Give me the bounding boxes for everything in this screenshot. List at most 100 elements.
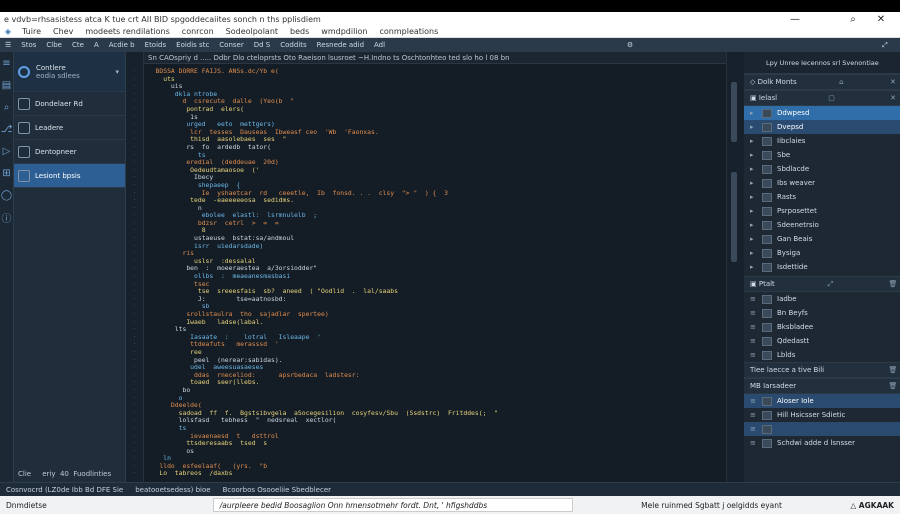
chevron-down-icon[interactable]: ▾ <box>115 68 125 76</box>
code-line[interactable]: ttsderesaabs tsed s <box>144 439 726 448</box>
scrollbar-thumb[interactable] <box>731 82 737 142</box>
chevron-right-icon[interactable]: ▸ <box>750 235 758 243</box>
search-icon[interactable]: ⌕ <box>838 12 868 26</box>
tree-item[interactable]: ≡ Hill Hsicsser Sdietic <box>744 408 900 422</box>
tree-item[interactable]: ≡ Iadbe <box>744 292 900 306</box>
code-line[interactable]: o <box>144 394 726 403</box>
chevron-right-icon[interactable]: ▸ <box>750 263 758 271</box>
chevron-right-icon[interactable]: ▸ <box>750 165 758 173</box>
toolbar-item[interactable]: Resnede adid <box>312 41 369 49</box>
tree-item[interactable]: ▸ Sbe <box>744 148 900 162</box>
tree-item[interactable]: ≡ Bn Beyfs <box>744 306 900 320</box>
window-icon[interactable]: ▢ <box>825 94 839 102</box>
menu-icon[interactable]: ≡ <box>0 52 13 74</box>
tree-item[interactable]: ▸ Gan Beais <box>744 232 900 246</box>
tree-item[interactable]: ≡ Schdwi adde d lsnsser <box>744 436 900 450</box>
toolbar-item[interactable]: Eoidis stc <box>171 41 214 49</box>
status-item[interactable]: Cosnvocrd (LZ0de Ibb Bd DFE Sie <box>0 486 129 494</box>
code-area[interactable]: BDSSA DORRE FAIJS. ANSs.dc/Yb e( uts uis… <box>144 64 726 478</box>
chevron-right-icon[interactable]: ▸ <box>750 137 758 145</box>
extensions-icon[interactable]: ⊞ <box>0 162 13 184</box>
menu-item[interactable]: wmdpdilion <box>315 27 373 36</box>
expand-icon[interactable]: ⤢ <box>823 280 837 289</box>
menu-item[interactable]: beds <box>284 27 315 36</box>
code-line[interactable]: Oedeudtamaosoe (' <box>144 166 726 175</box>
sidebar-item-3[interactable]: Lesiont bpsis <box>14 164 125 188</box>
notification-text[interactable]: /aurpleere bedid Boosaglion Onn hmensotm… <box>212 498 573 512</box>
code-line[interactable]: ttdeafuts merasssd ' <box>144 341 726 349</box>
code-line[interactable]: Iwaeb ladse(labal. <box>144 318 726 327</box>
chevron-right-icon[interactable]: ≡ <box>750 323 758 331</box>
close-icon[interactable]: ✕ <box>866 12 896 26</box>
code-line[interactable]: lolsfasd tebhess " nedsreal xectlor( <box>144 417 726 425</box>
chevron-right-icon[interactable]: ≡ <box>750 351 758 359</box>
toolbar-back-icon[interactable]: ☰ <box>0 41 16 49</box>
chevron-right-icon[interactable]: ▸ <box>750 109 758 117</box>
toolbar-item[interactable]: Conser <box>214 41 248 49</box>
code-line[interactable]: J: tse=aatnosbd: <box>144 295 726 304</box>
toolbar-item[interactable]: Stos <box>16 41 41 49</box>
code-line[interactable]: uts <box>144 75 726 84</box>
toolbar-item[interactable]: Clbe <box>41 41 67 49</box>
accounts-icon[interactable]: ◯ <box>0 184 13 206</box>
pin-icon[interactable]: ⌂ <box>834 78 848 86</box>
close-icon[interactable]: ✕ <box>886 94 900 102</box>
debug-icon[interactable]: ▷ <box>0 140 13 162</box>
toolbar-item[interactable]: Etoids <box>140 41 172 49</box>
right-panel-section[interactable]: MB Iarsadeer 🗑 <box>744 378 900 394</box>
menu-item[interactable]: Tuire <box>16 27 47 36</box>
right-panel-section[interactable]: ▣ Ielasl ▢ ✕ <box>744 90 900 106</box>
right-panel-section[interactable]: Tiee laecce a tive Bili 🗑 <box>744 362 900 378</box>
code-line[interactable]: BDSSA DORRE FAIJS. ANSs.dc/Yb e( <box>144 67 726 76</box>
taskbar-left-label[interactable]: Dnmdietse <box>0 501 53 510</box>
scrollbar-thumb[interactable] <box>731 172 737 262</box>
tree-item[interactable]: ▸ Sdeenetrsio <box>744 218 900 232</box>
tree-item[interactable]: ▸ Psrposettet <box>744 204 900 218</box>
trash-icon[interactable]: 🗑 <box>886 366 900 374</box>
chevron-right-icon[interactable]: ▸ <box>750 123 758 131</box>
chevron-right-icon[interactable]: ▸ <box>750 249 758 257</box>
toolbar-item[interactable]: Coddits <box>275 41 311 49</box>
editor-tab-strip[interactable]: Sn CAOspriy d ..... Ddbr Dlo cteloprsts … <box>144 52 726 64</box>
chevron-right-icon[interactable]: ≡ <box>750 425 758 433</box>
tree-item[interactable]: ▸ Ddwpesd <box>744 106 900 120</box>
menu-item[interactable]: conmpleations <box>374 27 445 36</box>
code-line[interactable]: os <box>144 447 726 456</box>
code-line[interactable]: toaed seer(llebs. <box>144 379 726 387</box>
git-icon[interactable]: ⎇ <box>0 118 13 140</box>
chevron-right-icon[interactable]: ≡ <box>750 295 758 303</box>
chevron-right-icon[interactable]: ≡ <box>750 439 758 447</box>
code-line[interactable]: Lo tabreos /daxbs <box>144 470 726 478</box>
chevron-right-icon[interactable]: ▸ <box>750 179 758 187</box>
code-line[interactable]: bo <box>144 386 726 395</box>
chevron-right-icon[interactable]: ▸ <box>750 207 758 215</box>
menu-item[interactable]: Sodeolpolant <box>220 27 284 36</box>
sidebar-item-1[interactable]: Leadere <box>14 116 125 140</box>
menu-item[interactable]: modeets rendilations <box>79 27 175 36</box>
status-item[interactable]: Bcoorbos Osooeliie Sbedblecer <box>217 486 337 494</box>
chevron-right-icon[interactable]: ▸ <box>750 151 758 159</box>
trash-icon[interactable]: 🗑 <box>886 280 900 288</box>
settings-icon[interactable]: ⚙ <box>615 41 645 49</box>
tree-item[interactable]: ≡ Aloser Iole <box>744 394 900 408</box>
tree-item[interactable]: ▸ Isdettide <box>744 260 900 274</box>
right-panel-subsection[interactable]: ◇ Dolk Monts ⌂ ✕ <box>744 74 900 90</box>
sidebar-header[interactable]: Contlere eodia sdlees ▾ <box>14 52 125 92</box>
chevron-right-icon[interactable]: ≡ <box>750 411 758 419</box>
tree-item[interactable]: ≡ Qdedastt <box>744 334 900 348</box>
tree-item[interactable]: ≡ Bksbladee <box>744 320 900 334</box>
tree-item[interactable]: ▸ Dvepsd <box>744 120 900 134</box>
close-icon[interactable]: ✕ <box>886 78 900 86</box>
code-line[interactable]: isrr uiedarsdade) <box>144 242 726 251</box>
tree-item[interactable]: ▸ Bysiga <box>744 246 900 260</box>
right-panel-section[interactable]: ▣ Ptalt ⤢ 🗑 <box>744 276 900 292</box>
editor-scrollbar[interactable] <box>726 52 744 482</box>
maximize-icon[interactable]: ⤢ <box>870 41 900 50</box>
tree-item[interactable]: ▸ Iibclaies <box>744 134 900 148</box>
tree-item[interactable]: ▸ Ibs weaver <box>744 176 900 190</box>
chevron-right-icon[interactable]: ≡ <box>750 337 758 345</box>
tree-item[interactable]: ▸ Rasts <box>744 190 900 204</box>
minimize-icon[interactable]: — <box>780 12 810 26</box>
toolbar-item[interactable]: A <box>89 41 104 49</box>
code-line[interactable]: ollbs : meaeanesmasbasi <box>144 272 726 281</box>
